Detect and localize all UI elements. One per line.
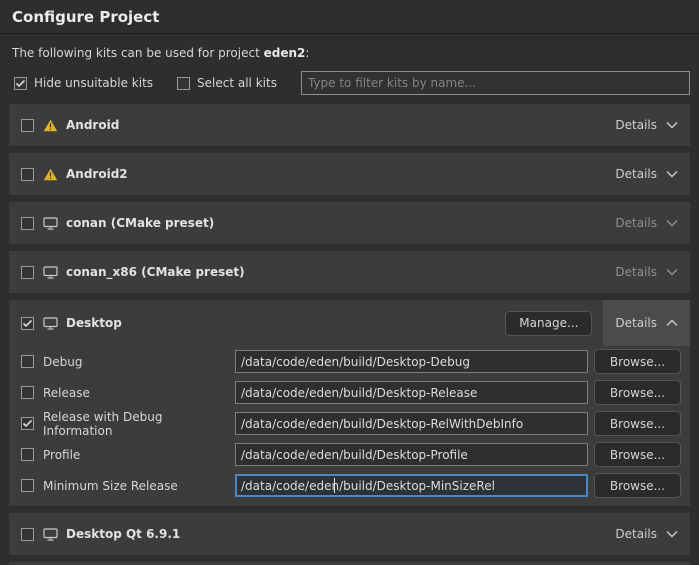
kit-name: Android2 (66, 167, 128, 181)
config-checkbox[interactable] (21, 417, 34, 430)
config-label: Release (43, 386, 90, 400)
hide-unsuitable-label: Hide unsuitable kits (34, 76, 153, 90)
kit-name: conan_x86 (CMake preset) (66, 265, 245, 279)
config-checkbox[interactable] (21, 386, 34, 399)
kit-filter-toolbar: Hide unsuitable kits Select all kits (14, 71, 690, 95)
kit-name: Android (66, 118, 119, 132)
build-dir-input-debug[interactable] (235, 350, 588, 373)
config-checkbox[interactable] (21, 479, 34, 492)
kit-checkbox[interactable] (21, 168, 34, 181)
browse-button[interactable]: Browse... (594, 349, 681, 374)
desktop-icon (43, 317, 58, 330)
build-config-row-debug: Debug Browse... (9, 346, 690, 377)
chevron-down-icon (666, 121, 678, 129)
chevron-down-icon (666, 530, 678, 538)
intro-suffix: : (305, 46, 309, 60)
config-label: Release with Debug Information (43, 410, 235, 438)
details-label: Details (615, 265, 657, 279)
path-field-wrap (235, 412, 588, 435)
kit-panel-desktop: Desktop Manage... Details Debug Browse..… (9, 300, 690, 506)
config-label: Minimum Size Release (43, 479, 178, 493)
text-caret (334, 478, 335, 493)
warning-icon (43, 168, 58, 181)
kit-checkbox[interactable] (21, 217, 34, 230)
config-checkbox[interactable] (21, 355, 34, 368)
kit-row-conan-x86[interactable]: conan_x86 (CMake preset) Details (9, 251, 690, 293)
config-label-group: Debug (21, 355, 235, 369)
details-toggle[interactable]: Details (615, 167, 678, 181)
build-config-row-minsizerel: Minimum Size Release Browse... (9, 470, 690, 501)
select-all-label: Select all kits (197, 76, 277, 90)
desktop-icon (43, 528, 58, 541)
project-name: eden2 (264, 46, 306, 60)
build-config-row-release: Release Browse... (9, 377, 690, 408)
details-label: Details (615, 118, 657, 132)
manage-kits-button[interactable]: Manage... (505, 311, 592, 336)
browse-button[interactable]: Browse... (594, 380, 681, 405)
browse-button[interactable]: Browse... (594, 473, 681, 498)
details-label: Details (615, 216, 657, 230)
kit-name: conan (CMake preset) (66, 216, 214, 230)
config-checkbox[interactable] (21, 448, 34, 461)
check-icon (22, 319, 33, 328)
kit-checkbox[interactable] (21, 317, 34, 330)
kit-name: Desktop Qt 6.9.1 (66, 527, 180, 541)
config-label: Debug (43, 355, 82, 369)
select-all-checkbox[interactable] (177, 77, 190, 90)
build-dir-input-profile[interactable] (235, 443, 588, 466)
chevron-down-icon (666, 170, 678, 178)
path-field-wrap (235, 474, 588, 497)
chevron-down-icon (666, 219, 678, 227)
intro-text: The following kits can be used for proje… (0, 34, 699, 66)
details-toggle[interactable]: Details (615, 216, 678, 230)
kit-filter-input[interactable] (301, 71, 690, 95)
details-toggle[interactable]: Details (615, 118, 678, 132)
build-dir-input-release[interactable] (235, 381, 588, 404)
desktop-icon (43, 266, 58, 279)
chevron-up-icon (666, 319, 678, 327)
path-field-wrap (235, 350, 588, 373)
intro-prefix: The following kits can be used for proje… (12, 46, 264, 60)
config-label-group: Release with Debug Information (21, 410, 235, 438)
page-title: Configure Project (0, 0, 699, 33)
config-label-group: Minimum Size Release (21, 479, 235, 493)
kit-checkbox[interactable] (21, 528, 34, 541)
configure-project-page: { "page": { "title": "Configure Project"… (0, 0, 699, 562)
warning-icon (43, 119, 58, 132)
hide-unsuitable-checkbox[interactable] (14, 77, 27, 90)
desktop-icon (43, 217, 58, 230)
details-toggle[interactable]: Details (615, 527, 678, 541)
details-toggle-expanded[interactable]: Details (603, 300, 690, 346)
config-label: Profile (43, 448, 80, 462)
select-all-kits-checkbox-group[interactable]: Select all kits (177, 76, 277, 90)
details-label: Details (615, 167, 657, 181)
kit-row-android2[interactable]: Android2 Details (9, 153, 690, 195)
kit-row-desktop[interactable]: Desktop Manage... Details (9, 300, 690, 346)
path-field-wrap (235, 381, 588, 404)
config-label-group: Profile (21, 448, 235, 462)
check-icon (15, 79, 26, 88)
browse-button[interactable]: Browse... (594, 411, 681, 436)
kit-checkbox[interactable] (21, 119, 34, 132)
kit-row-android[interactable]: Android Details (9, 104, 690, 146)
path-field-wrap (235, 443, 588, 466)
browse-button[interactable]: Browse... (594, 442, 681, 467)
chevron-down-icon (666, 268, 678, 276)
details-label: Details (615, 316, 657, 330)
kit-row-desktop-qt-691[interactable]: Desktop Qt 6.9.1 Details (9, 513, 690, 555)
build-config-row-profile: Profile Browse... (9, 439, 690, 470)
config-label-group: Release (21, 386, 235, 400)
check-icon (22, 419, 33, 428)
details-toggle[interactable]: Details (615, 265, 678, 279)
build-dir-input-minsizerel[interactable] (235, 474, 588, 497)
details-toggle[interactable]: Details (615, 316, 678, 330)
kit-checkbox[interactable] (21, 266, 34, 279)
hide-unsuitable-kits-checkbox-group[interactable]: Hide unsuitable kits (14, 76, 153, 90)
details-label: Details (615, 527, 657, 541)
build-dir-input-relwithdebinfo[interactable] (235, 412, 588, 435)
kit-name: Desktop (66, 316, 122, 330)
build-config-row-relwithdebinfo: Release with Debug Information Browse... (9, 408, 690, 439)
kit-row-conan[interactable]: conan (CMake preset) Details (9, 202, 690, 244)
